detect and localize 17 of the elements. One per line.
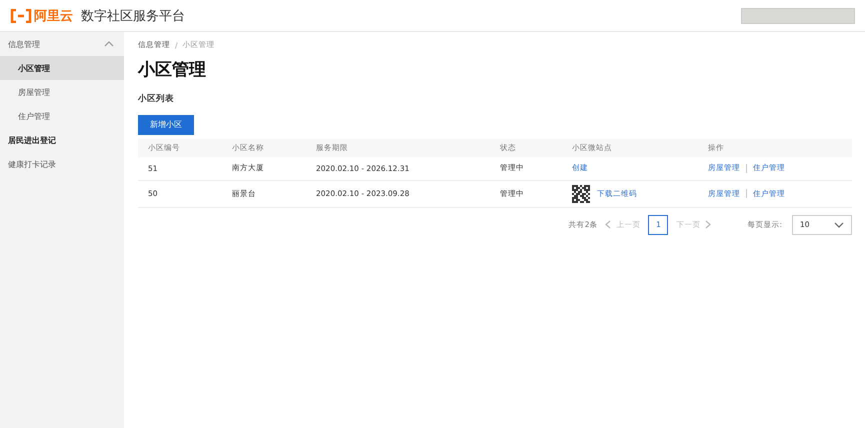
sidebar-group-item[interactable]: 信息管理 [0,32,124,56]
bracket-logo-icon [10,8,32,22]
logo-text: 阿里云 [34,8,73,24]
section-title: 小区列表 [138,93,175,105]
chevron-right-icon [705,220,712,229]
sidebar-item[interactable]: 住户管理 [0,104,124,128]
add-button[interactable]: 新增小区 [138,114,194,134]
app-title: 数字社区服务平台 [81,8,185,24]
sidebar-item[interactable]: 房屋管理 [0,80,124,104]
page-title: 小区管理 [138,62,207,79]
chevron-icon [104,41,114,47]
sidebar-group-item[interactable]: 健康打卡记录 [0,152,124,176]
chevron-left-icon [605,220,612,229]
sidebar-item[interactable]: 小区管理 [0,56,124,80]
sidebar-group-item[interactable]: 居民进出登记 [0,128,124,152]
qr-code-icon [572,184,590,202]
caret-icon [834,222,844,228]
